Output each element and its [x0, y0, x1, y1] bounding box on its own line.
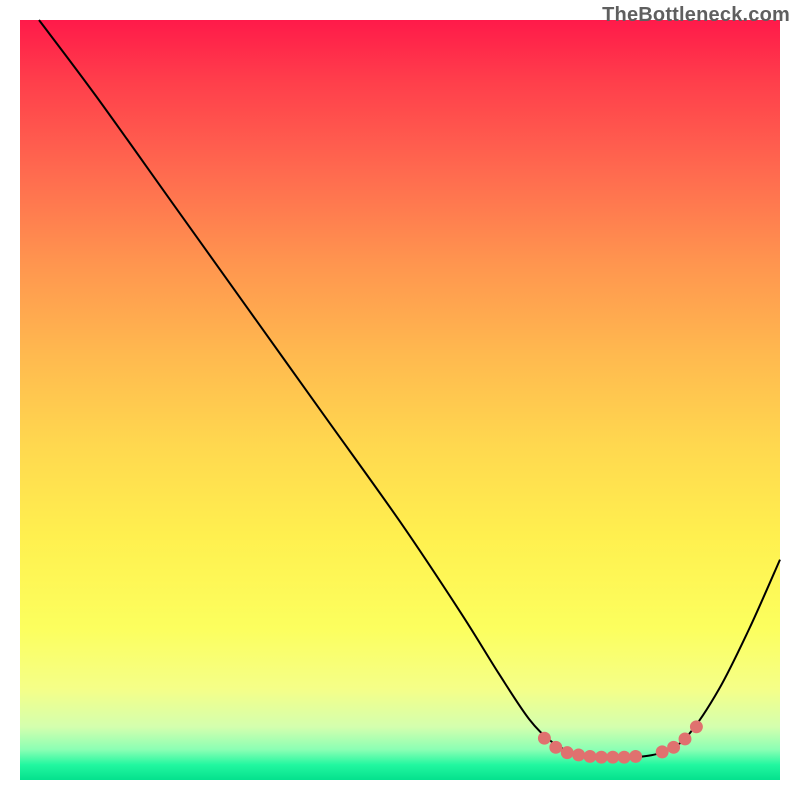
marker-group [538, 720, 703, 763]
marker-point [690, 720, 703, 733]
marker-point [549, 741, 562, 754]
chart-root: TheBottleneck.com [0, 0, 800, 800]
watermark-text: TheBottleneck.com [602, 4, 790, 27]
marker-point [572, 748, 585, 761]
bottleneck-curve [39, 20, 780, 758]
marker-point [656, 745, 669, 758]
marker-point [538, 732, 551, 745]
marker-point [667, 741, 680, 754]
marker-point [606, 751, 619, 764]
marker-point [629, 750, 642, 763]
marker-point [618, 751, 631, 764]
curve-layer [20, 20, 780, 780]
marker-point [584, 750, 597, 763]
marker-point [595, 751, 608, 764]
plot-area [20, 20, 780, 780]
marker-point [561, 746, 574, 759]
marker-point [679, 733, 692, 746]
